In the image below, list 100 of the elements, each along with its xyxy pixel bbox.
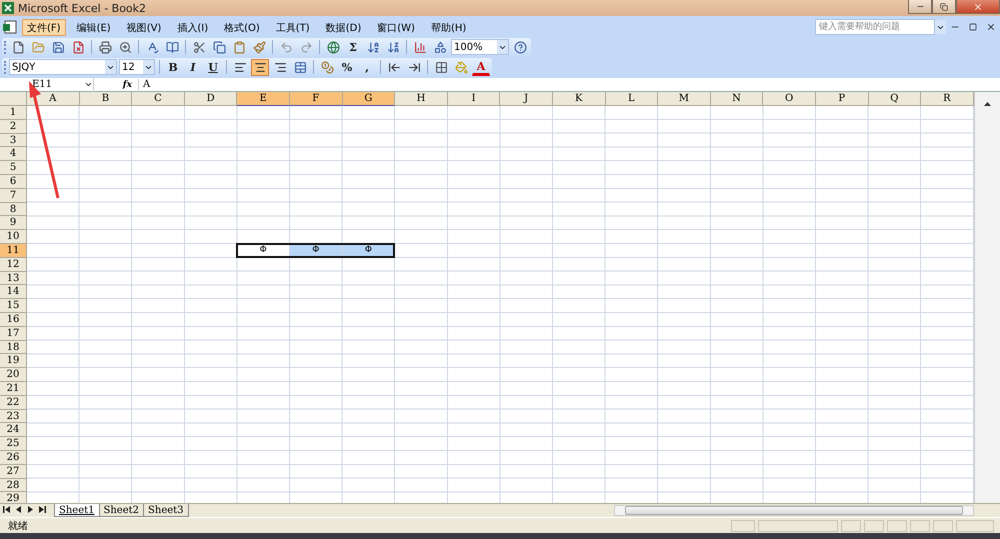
row-header[interactable]: 28 [0, 478, 27, 492]
spelling-icon [146, 40, 158, 54]
minimize-button[interactable] [908, 0, 932, 14]
sheet-tab[interactable]: Sheet1 [54, 504, 100, 517]
column-header[interactable]: R [921, 92, 974, 106]
font-dropdown[interactable]: SJQY [9, 59, 117, 75]
row-header[interactable]: 8 [0, 202, 27, 216]
paste-icon [232, 40, 246, 54]
row-header[interactable]: 6 [0, 174, 27, 189]
font-size-value: 12 [122, 62, 135, 72]
status-panel [933, 520, 953, 532]
status-panel [887, 520, 907, 532]
row-header[interactable]: 24 [0, 423, 27, 438]
align-right-icon [274, 60, 286, 74]
row-header[interactable]: 14 [0, 285, 27, 300]
row-header[interactable]: 10 [0, 230, 27, 244]
row-header[interactable]: 18 [0, 340, 27, 354]
close-icon [986, 22, 996, 32]
row-header[interactable]: 4 [0, 147, 27, 162]
menu-item[interactable]: 数据(D) [320, 18, 366, 36]
first-sheet-icon[interactable] [2, 506, 10, 513]
row-header[interactable]: 23 [0, 410, 27, 424]
column-header[interactable]: B [80, 92, 132, 106]
menu-item[interactable]: 窗口(W) [372, 18, 420, 36]
globe-icon [326, 40, 340, 54]
horizontal-scrollbar[interactable] [614, 505, 974, 516]
row-header[interactable]: 11 [0, 244, 27, 258]
row-header[interactable]: 29 [0, 492, 27, 503]
undo-icon [280, 40, 292, 54]
align-center-icon [254, 60, 266, 74]
column-header[interactable]: F [290, 92, 343, 106]
row-header[interactable]: 3 [0, 134, 27, 148]
font-size-dropdown[interactable]: 12 [119, 59, 155, 75]
row-header[interactable]: 19 [0, 354, 27, 368]
help-icon [514, 40, 526, 54]
column-header[interactable]: E [237, 92, 290, 106]
bold-button[interactable]: B [164, 58, 182, 76]
row-header[interactable]: 5 [0, 161, 27, 175]
open-folder-icon [32, 40, 44, 54]
underline-button[interactable]: U [204, 58, 222, 76]
row-header[interactable]: 15 [0, 299, 27, 313]
menu-item[interactable]: 帮助(H) [426, 18, 472, 36]
column-header[interactable]: P [816, 92, 868, 106]
column-header[interactable]: L [606, 92, 658, 106]
function-label[interactable]: fx [94, 80, 138, 90]
borders-icon [434, 60, 448, 74]
italic-button[interactable]: I [184, 58, 202, 76]
paintbrush-icon [252, 40, 266, 54]
row-header[interactable]: 26 [0, 450, 27, 465]
column-header[interactable]: A [27, 92, 80, 106]
row-header[interactable]: 13 [0, 272, 27, 286]
align-center-button[interactable] [251, 58, 269, 76]
column-header[interactable]: G [342, 92, 396, 106]
dropdown-button[interactable] [935, 20, 946, 34]
vertical-scrollbar[interactable] [974, 92, 1000, 503]
menu-item[interactable]: 视图(V) [122, 18, 166, 36]
menu-item[interactable]: 编辑(E) [72, 18, 116, 36]
file-icon [72, 40, 84, 54]
row-header[interactable]: 17 [0, 326, 27, 341]
previous-sheet-icon[interactable] [16, 506, 20, 513]
sheet-tab[interactable]: Sheet2 [98, 504, 144, 517]
menu-item[interactable]: 工具(T) [270, 18, 315, 36]
sheet-tab[interactable]: Sheet3 [143, 504, 189, 517]
menu-item[interactable]: 格式(O) [219, 18, 265, 36]
column-header[interactable]: D [184, 92, 238, 106]
row-header[interactable]: 25 [0, 437, 27, 451]
row-header[interactable]: 21 [0, 382, 27, 396]
column-header[interactable]: C [132, 92, 185, 106]
last-sheet-icon[interactable] [38, 506, 46, 513]
menu-item[interactable]: 文件(F) [22, 18, 66, 36]
zoom-value: 100% [454, 42, 483, 52]
column-header[interactable]: M [658, 92, 711, 106]
column-header[interactable]: Q [868, 92, 922, 106]
column-header[interactable]: K [552, 92, 606, 106]
autosum-button[interactable]: Σ [344, 38, 362, 56]
column-header[interactable]: I [448, 92, 500, 106]
row-header[interactable]: 22 [0, 396, 27, 410]
row-header[interactable]: 12 [0, 258, 27, 272]
next-sheet-icon[interactable] [28, 506, 32, 513]
help-search-field[interactable]: 键入需要帮助的问题 [815, 19, 935, 35]
row-header[interactable]: 27 [0, 464, 27, 479]
row-header[interactable]: 7 [0, 188, 27, 203]
column-header[interactable]: O [763, 92, 816, 106]
window-title: Microsoft Excel - Book2 [18, 2, 146, 14]
zoom-dropdown[interactable]: 100% [451, 39, 509, 55]
column-header[interactable]: N [710, 92, 764, 106]
column-header[interactable]: J [500, 92, 553, 106]
row-header[interactable]: 20 [0, 368, 27, 382]
restore-button[interactable] [932, 0, 956, 14]
font-color-button[interactable]: A [472, 58, 490, 76]
row-header[interactable]: 1 [0, 106, 27, 120]
row-header[interactable]: 9 [0, 216, 27, 230]
row-header[interactable]: 16 [0, 312, 27, 327]
currency-icon [320, 60, 334, 74]
row-header[interactable]: 2 [0, 120, 27, 134]
comma-button[interactable]: , [358, 58, 376, 76]
percent-button[interactable]: % [338, 58, 356, 76]
excel-icon [2, 2, 14, 14]
menu-item[interactable]: 插入(I) [172, 18, 214, 36]
column-header[interactable]: H [395, 92, 448, 106]
